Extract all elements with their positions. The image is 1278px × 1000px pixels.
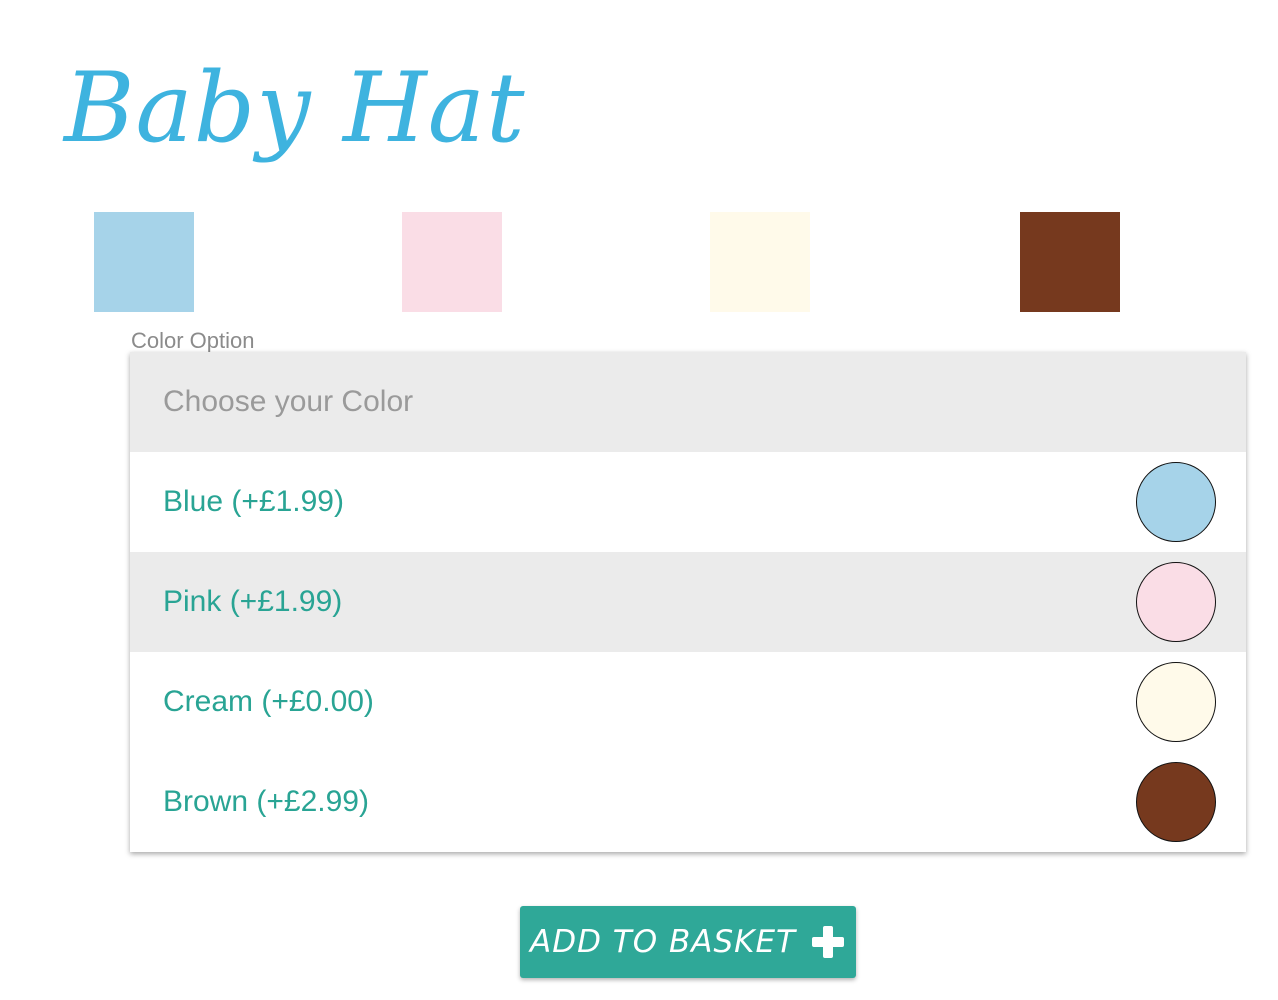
product-title: Baby Hat	[64, 52, 526, 164]
color-circle-icon	[1136, 662, 1216, 742]
option-label: Brown (+£2.99)	[163, 785, 369, 818]
plus-icon	[812, 926, 844, 958]
option-brown[interactable]: Brown (+£2.99)	[130, 752, 1246, 852]
option-cream[interactable]: Cream (+£0.00)	[130, 652, 1246, 752]
swatch-cream[interactable]	[710, 212, 810, 312]
dropdown-placeholder[interactable]: Choose your Color	[130, 352, 1246, 452]
swatch-pink[interactable]	[402, 212, 502, 312]
add-to-basket-label: ADD TO BASKET	[530, 924, 796, 960]
color-circle-icon	[1136, 762, 1216, 842]
option-label: Cream (+£0.00)	[163, 685, 374, 718]
option-label: Pink (+£1.99)	[163, 585, 343, 618]
product-page: Baby Hat Color Option Choose your Color …	[0, 0, 1278, 1000]
option-pink[interactable]: Pink (+£1.99)	[130, 552, 1246, 652]
color-circle-icon	[1136, 462, 1216, 542]
color-dropdown-menu: Choose your Color Blue (+£1.99) Pink (+£…	[130, 352, 1246, 852]
add-to-basket-button[interactable]: ADD TO BASKET	[520, 906, 856, 978]
swatch-blue[interactable]	[94, 212, 194, 312]
swatch-brown[interactable]	[1020, 212, 1120, 312]
option-label: Blue (+£1.99)	[163, 485, 344, 518]
option-blue[interactable]: Blue (+£1.99)	[130, 452, 1246, 552]
color-circle-icon	[1136, 562, 1216, 642]
color-option-label: Color Option	[131, 328, 255, 353]
